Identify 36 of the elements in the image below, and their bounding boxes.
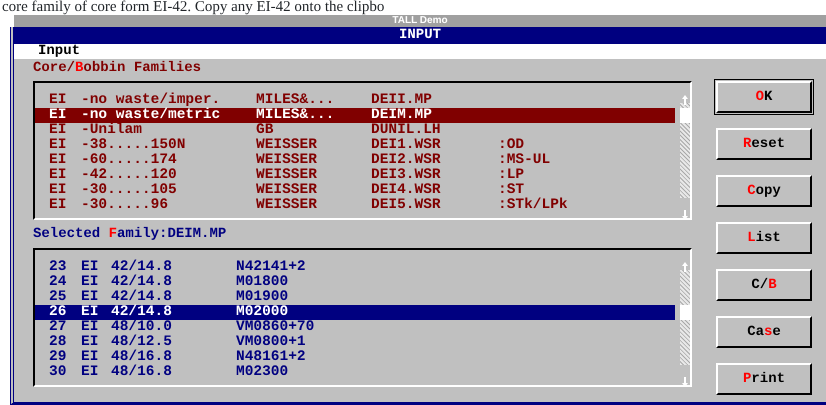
- section-label: Core/Bobbin Families: [33, 60, 202, 76]
- list-row[interactable]: EI -30.....96 WEISSER DEI5.WSR :STk/LPk: [35, 198, 675, 213]
- list-row[interactable]: EI -42.....120 WEISSER DEI3.WSR :LP: [35, 168, 675, 183]
- list-row[interactable]: EI -Unilam GB DUNIL.LH: [35, 123, 675, 138]
- scroll-down-arrow-icon[interactable]: [681, 210, 689, 220]
- list-row[interactable]: EI -no waste/metric MILES&... DEIM.MP: [35, 108, 675, 123]
- list-row[interactable]: EI -60.....174 WEISSER DEI2.WSR :MS-UL: [35, 153, 675, 168]
- list-row[interactable]: EI -38.....150N WEISSER DEI1.WSR :OD: [35, 138, 675, 153]
- list-row[interactable]: EI -30.....105 WEISSER DEI4.WSR :ST: [35, 183, 675, 198]
- list-row[interactable]: 29 EI 48/16.8 N48161+2: [35, 350, 675, 365]
- dialog-title: INPUT: [14, 27, 826, 44]
- dialog-button[interactable]: Case: [716, 316, 812, 348]
- list-row[interactable]: 30 EI 48/16.8 M02300: [35, 365, 675, 380]
- scroll-down-arrow-icon[interactable]: [681, 376, 689, 387]
- document-text: core family of core form EI-42. Copy any EI-42 onto the clipbo: [2, 0, 384, 15]
- dialog-button[interactable]: List: [716, 222, 812, 254]
- dialog-button[interactable]: OK: [716, 81, 812, 113]
- list-row[interactable]: EI -no waste/imper. MILES&... DEII.MP: [35, 93, 675, 108]
- scroll-up-arrow-icon[interactable]: [681, 262, 689, 272]
- window-title: TALL Demo: [392, 15, 448, 27]
- scrollbar-thumb[interactable]: [680, 108, 690, 123]
- scroll-up-arrow-icon[interactable]: [681, 94, 689, 105]
- scrollbar-track[interactable]: [680, 103, 690, 108]
- dialog-button[interactable]: Reset: [716, 128, 812, 160]
- list-row[interactable]: 28 EI 48/12.5 VM0800+1: [35, 335, 675, 350]
- list-row[interactable]: 25 EI 42/14.8 M01900: [35, 290, 675, 305]
- list-row[interactable]: 23 EI 42/14.8 N42141+2: [35, 260, 675, 275]
- list-row[interactable]: 24 EI 42/14.8 M01800: [35, 275, 675, 290]
- section-label: Selected Family:DEIM.MP: [33, 226, 226, 242]
- dialog-button[interactable]: Print: [716, 363, 812, 395]
- dialog-button[interactable]: Copy: [716, 175, 812, 207]
- scrollbar-thumb[interactable]: [680, 305, 690, 320]
- dialog-button[interactable]: C/B: [716, 269, 812, 301]
- menu-item[interactable]: Input: [38, 43, 80, 59]
- list-row[interactable]: 27 EI 48/10.0 VM0860+70: [35, 320, 675, 335]
- list-row[interactable]: 26 EI 42/14.8 M02000: [35, 305, 675, 320]
